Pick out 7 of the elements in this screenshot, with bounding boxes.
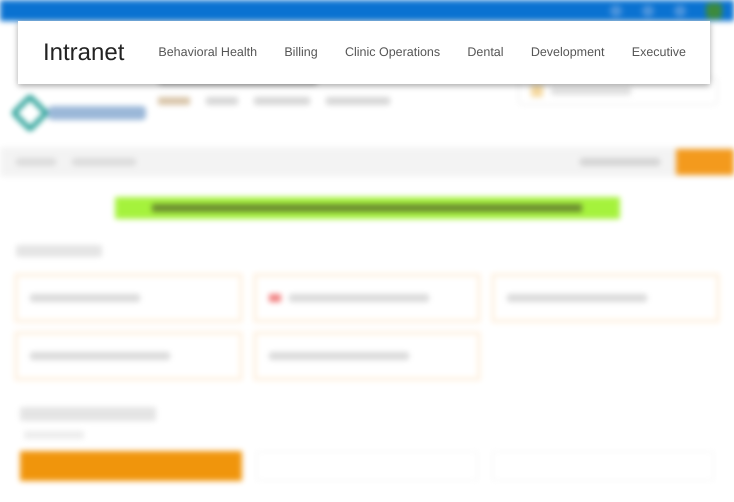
menu-link[interactable]: Billing — [284, 43, 318, 62]
menu-link[interactable]: Dental — [467, 43, 504, 62]
menu-link[interactable]: Development — [530, 43, 604, 62]
menu-link[interactable]: Clinic Operations — [344, 43, 440, 62]
menu-link[interactable]: Executive — [632, 43, 686, 62]
menu-link[interactable]: Behavioral Health — [158, 43, 258, 62]
menu-title: Intranet — [43, 38, 124, 68]
